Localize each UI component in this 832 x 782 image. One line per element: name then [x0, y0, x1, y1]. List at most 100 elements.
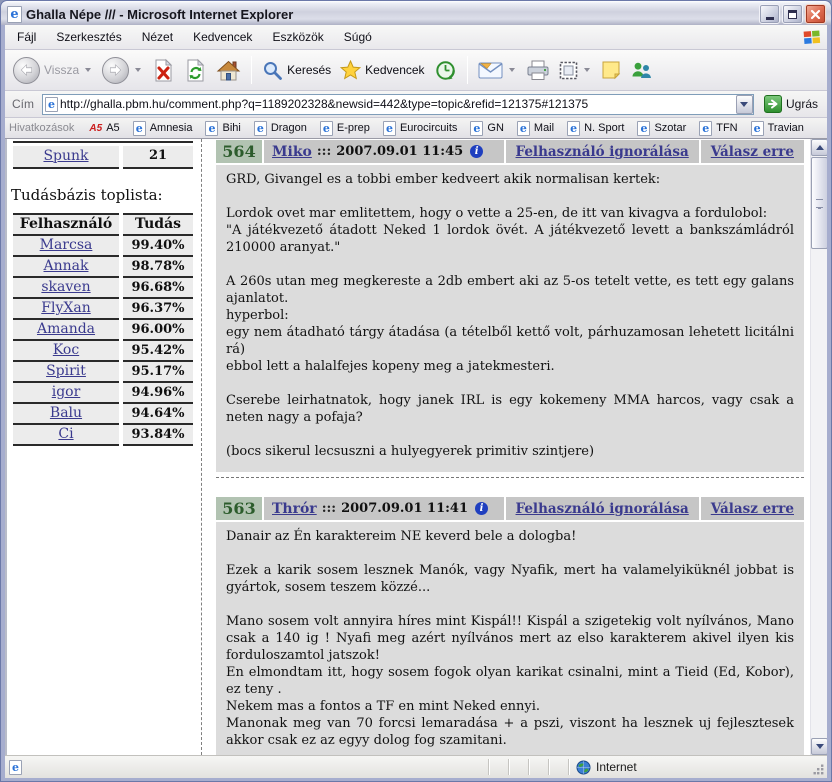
window-controls	[759, 4, 826, 24]
arrow-down-icon	[816, 744, 824, 749]
user-link[interactable]: igor	[52, 384, 81, 400]
ignore-user-link[interactable]: Felhasználó ignorálása	[516, 501, 689, 517]
forward-button[interactable]	[98, 55, 147, 86]
menu-favorites[interactable]: Kedvencek	[183, 26, 262, 48]
address-input[interactable]	[58, 97, 736, 111]
messenger-button[interactable]	[626, 58, 657, 83]
title-bar[interactable]: e Ghalla Népe /// - Microsoft Internet E…	[1, 1, 831, 25]
stop-button[interactable]	[148, 56, 179, 85]
table-row: Spirit95.17%	[13, 362, 193, 383]
close-button[interactable]	[805, 4, 826, 24]
value-cell: 95.42%	[123, 341, 193, 362]
reply-link[interactable]: Válasz erre	[711, 144, 794, 160]
user-link[interactable]: Amanda	[37, 321, 95, 337]
scroll-up-button[interactable]	[811, 139, 827, 156]
ie-page-icon: e	[320, 121, 333, 136]
favorites-button[interactable]: Kedvencek	[336, 58, 428, 82]
menu-file[interactable]: Fájl	[7, 26, 46, 48]
print-button[interactable]	[522, 58, 554, 83]
value-cell: 93.84%	[123, 425, 193, 446]
chevron-down-icon	[740, 102, 748, 107]
author-link[interactable]: Thrór	[272, 501, 317, 517]
info-icon[interactable]: i	[470, 145, 483, 158]
ie-page-icon: e	[133, 121, 146, 136]
post-paragraph: (bocs sikerul lecsuszni a hulyegyerek pr…	[226, 443, 794, 460]
link-mail[interactable]: eMail	[517, 121, 554, 136]
link-eurocircuits[interactable]: eEurocircuits	[383, 121, 457, 136]
scroll-down-button[interactable]	[811, 738, 827, 755]
spunk-row: Spunk 21	[13, 146, 193, 169]
mail-button[interactable]	[474, 60, 521, 81]
user-link[interactable]: Spirit	[46, 363, 86, 379]
maximize-button[interactable]	[782, 4, 803, 24]
forward-dropdown-icon[interactable]	[135, 68, 141, 72]
search-button[interactable]: Keresés	[258, 58, 335, 83]
menu-tools[interactable]: Eszközök	[262, 26, 333, 48]
toplist-heading: Tudásbázis toplista:	[11, 186, 201, 204]
link-dragon[interactable]: eDragon	[254, 121, 307, 136]
edit-button[interactable]	[555, 59, 596, 82]
link-tfn[interactable]: eTFN	[699, 121, 737, 136]
menu-view[interactable]: Nézet	[132, 26, 183, 48]
notes-button[interactable]	[597, 58, 625, 82]
info-icon[interactable]: i	[475, 502, 488, 515]
refresh-button[interactable]	[180, 56, 211, 85]
link-eprep[interactable]: eE-prep	[320, 121, 370, 136]
user-link[interactable]: skaven	[41, 279, 90, 295]
user-link-spunk[interactable]: Spunk	[43, 148, 88, 164]
ie-logo-icon: e	[7, 6, 22, 23]
user-link[interactable]: Marcsa	[40, 237, 93, 253]
vertical-scrollbar[interactable]	[810, 139, 827, 755]
links-bar-label: Hivatkozások	[9, 122, 74, 134]
scrollbar-thumb[interactable]	[811, 157, 827, 249]
toolbar-separator	[467, 56, 468, 84]
history-button[interactable]	[430, 57, 461, 84]
menu-help[interactable]: Súgó	[334, 26, 382, 48]
globe-icon	[576, 760, 591, 775]
page-content: Spunk 21 Tudásbázis toplista: Felhasznál…	[5, 139, 827, 755]
link-amnesia[interactable]: eAmnesia	[133, 121, 193, 136]
user-link[interactable]: Balu	[50, 405, 82, 421]
link-szotar[interactable]: eSzotar	[637, 121, 686, 136]
refresh-icon	[184, 58, 207, 83]
link-gn[interactable]: eGN	[470, 121, 504, 136]
table-header-row: Felhasználó Tudás	[13, 213, 193, 236]
ignore-user-cell: Felhasználó ignorálása	[506, 497, 699, 520]
reply-link[interactable]: Válasz erre	[711, 501, 794, 517]
user-link[interactable]: Koc	[53, 342, 79, 358]
post-number: 563	[216, 497, 262, 520]
home-button[interactable]	[212, 57, 245, 84]
table-row: Marcsa99.40%	[13, 236, 193, 257]
mail-dropdown-icon[interactable]	[509, 68, 515, 72]
user-link[interactable]: Ci	[58, 426, 73, 442]
link-bihi[interactable]: eBihi	[205, 121, 240, 136]
author-date-separator: :::	[317, 144, 331, 159]
go-button[interactable]: Ugrás	[759, 94, 823, 114]
post-header: 564 Miko ::: 2007.09.01 11:45 i Felhaszn…	[216, 140, 804, 163]
link-a5[interactable]: A5A5	[89, 122, 119, 134]
resize-grip[interactable]	[810, 756, 827, 778]
post-separator	[216, 477, 804, 478]
table-edge	[13, 141, 193, 143]
address-dropdown-button[interactable]	[736, 95, 753, 114]
post-paragraph: A 260s utan meg megkereste a 2db embert …	[226, 273, 794, 375]
post-paragraph: Danair az Én karaktereim NE keverd bele …	[226, 528, 794, 545]
edit-icon	[559, 61, 578, 80]
link-travian[interactable]: eTravian	[751, 121, 804, 136]
forum-post: 564 Miko ::: 2007.09.01 11:45 i Felhaszn…	[216, 140, 804, 472]
user-link[interactable]: FlyXan	[41, 300, 90, 316]
table-row: skaven96.68%	[13, 278, 193, 299]
edit-dropdown-icon[interactable]	[584, 68, 590, 72]
link-nsport[interactable]: eN. Sport	[567, 121, 624, 136]
minimize-button[interactable]	[759, 4, 780, 24]
user-link[interactable]: Annak	[44, 258, 89, 274]
post-datetime: 2007.09.01 11:45	[336, 144, 463, 159]
author-link[interactable]: Miko	[272, 144, 312, 160]
back-button[interactable]: Vissza	[9, 55, 97, 86]
reply-cell: Válasz erre	[701, 497, 804, 520]
search-icon	[262, 60, 283, 81]
back-dropdown-icon[interactable]	[85, 68, 91, 72]
ignore-user-link[interactable]: Felhasználó ignorálása	[516, 144, 689, 160]
menu-edit[interactable]: Szerkesztés	[46, 26, 131, 48]
table-cell-user: Spunk	[13, 146, 119, 169]
